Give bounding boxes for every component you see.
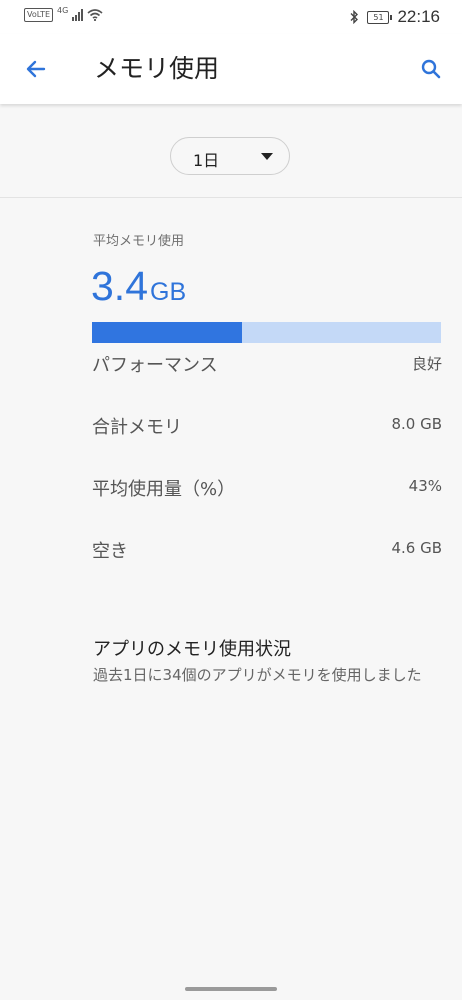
period-dropdown[interactable]: 1日 (170, 137, 290, 175)
stat-value: 良好 (411, 355, 442, 373)
average-memory-value: 3.4GB (91, 263, 186, 310)
status-bar: VoLTE 4G 51 22:16 (0, 0, 462, 34)
screen: VoLTE 4G 51 22:16 メモリ使用 1日 平均メモリ使用 3.4GB… (0, 0, 462, 1000)
back-button[interactable] (16, 51, 56, 87)
search-button[interactable] (412, 51, 450, 87)
status-left: VoLTE 4G (24, 5, 103, 22)
stat-row-average-usage: 平均使用量（%） 43% (92, 475, 442, 503)
period-area: 1日 (0, 104, 462, 198)
stat-value: 43% (408, 477, 442, 495)
app-memory-usage-description: 過去1日に34個のアプリがメモリを使用しました (93, 666, 422, 684)
app-memory-usage-title[interactable]: アプリのメモリ使用状況 (93, 635, 291, 661)
app-bar: メモリ使用 (0, 34, 462, 104)
stat-label: 平均使用量（%） (92, 479, 236, 500)
volte-badge: VoLTE (24, 8, 54, 22)
stat-label: 合計メモリ (92, 417, 182, 438)
average-memory-unit: GB (150, 278, 187, 306)
stat-row-performance: パフォーマンス 良好 (92, 351, 442, 379)
bluetooth-icon (350, 10, 359, 24)
stat-row-free: 空き 4.6 GB (92, 537, 442, 565)
memory-usage-fill (92, 322, 243, 343)
wifi-icon (87, 9, 103, 21)
stat-label: 空き (92, 541, 128, 562)
stat-value: 8.0 GB (391, 415, 442, 433)
period-selected-value: 1日 (193, 151, 220, 170)
page-title: メモリ使用 (94, 54, 220, 83)
average-memory-label: 平均メモリ使用 (93, 234, 185, 249)
signal-icon (72, 9, 84, 21)
average-memory-number: 3.4 (91, 263, 148, 309)
status-time: 22:16 (397, 7, 440, 26)
stat-label: パフォーマンス (92, 355, 218, 376)
memory-usage-bar (92, 322, 441, 343)
home-indicator[interactable] (185, 987, 277, 991)
network-type: 4G (57, 5, 69, 15)
arrow-left-icon (26, 60, 46, 78)
caret-down-icon (261, 153, 273, 160)
stat-value: 4.6 GB (391, 539, 442, 557)
battery-icon: 51 (367, 10, 393, 24)
status-right: 51 22:16 (349, 7, 440, 27)
stat-row-total-memory: 合計メモリ 8.0 GB (92, 413, 442, 441)
search-icon (421, 59, 441, 79)
